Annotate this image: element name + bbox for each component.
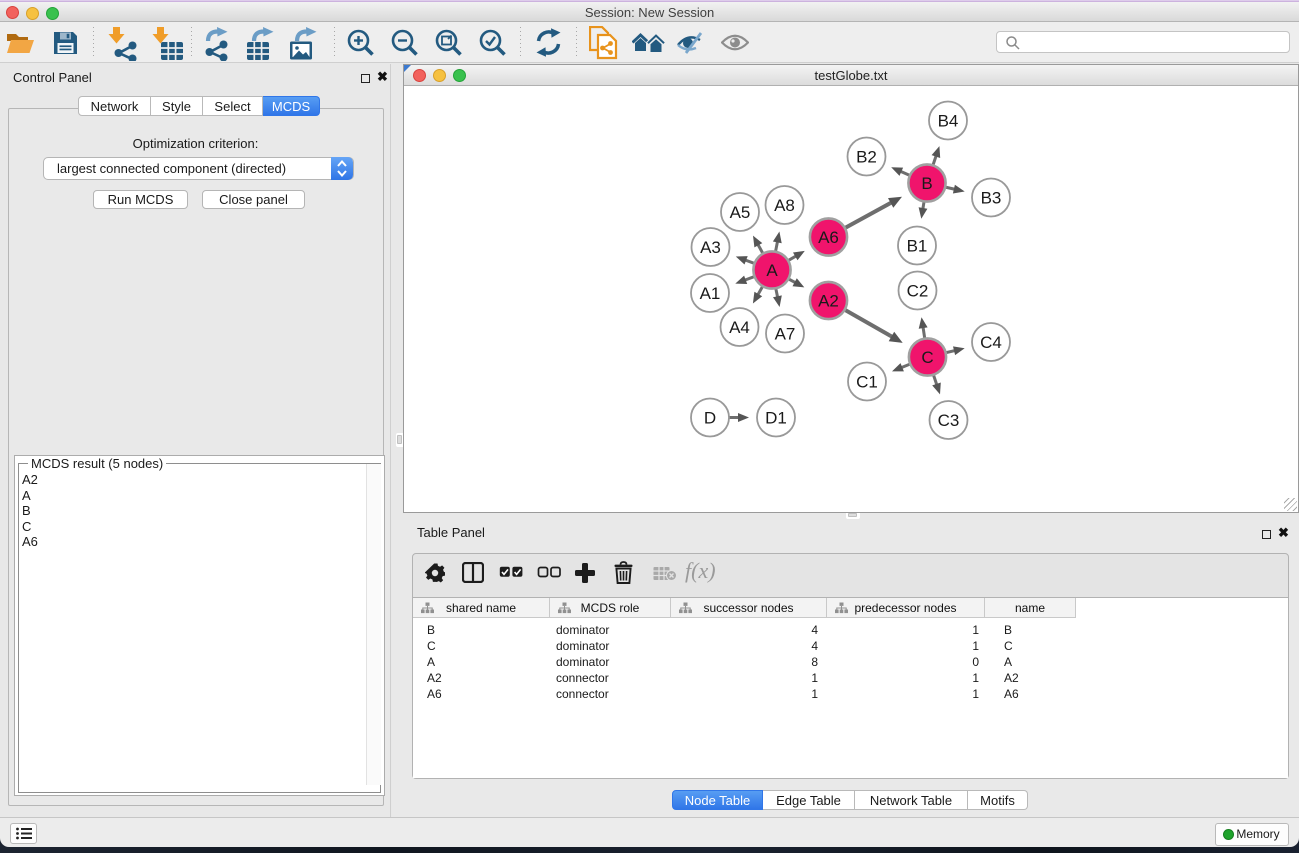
svg-text:D: D xyxy=(704,409,716,428)
svg-text:B2: B2 xyxy=(856,148,877,167)
svg-text:A: A xyxy=(766,261,778,280)
svg-text:A8: A8 xyxy=(774,196,795,215)
svg-text:C: C xyxy=(921,348,933,367)
svg-text:A3: A3 xyxy=(700,238,721,257)
svg-text:C1: C1 xyxy=(856,373,878,392)
svg-text:A4: A4 xyxy=(729,318,750,337)
svg-text:B1: B1 xyxy=(907,237,928,256)
svg-text:C3: C3 xyxy=(938,411,960,430)
svg-text:A5: A5 xyxy=(730,203,751,222)
svg-text:C4: C4 xyxy=(980,333,1002,352)
svg-text:D1: D1 xyxy=(765,409,787,428)
svg-text:B3: B3 xyxy=(981,189,1002,208)
svg-text:A6: A6 xyxy=(818,228,839,247)
svg-text:A1: A1 xyxy=(700,284,721,303)
svg-text:C2: C2 xyxy=(907,282,929,301)
svg-text:B: B xyxy=(921,174,932,193)
svg-text:B4: B4 xyxy=(938,112,959,131)
svg-text:A7: A7 xyxy=(775,325,796,344)
svg-text:A2: A2 xyxy=(818,292,839,311)
